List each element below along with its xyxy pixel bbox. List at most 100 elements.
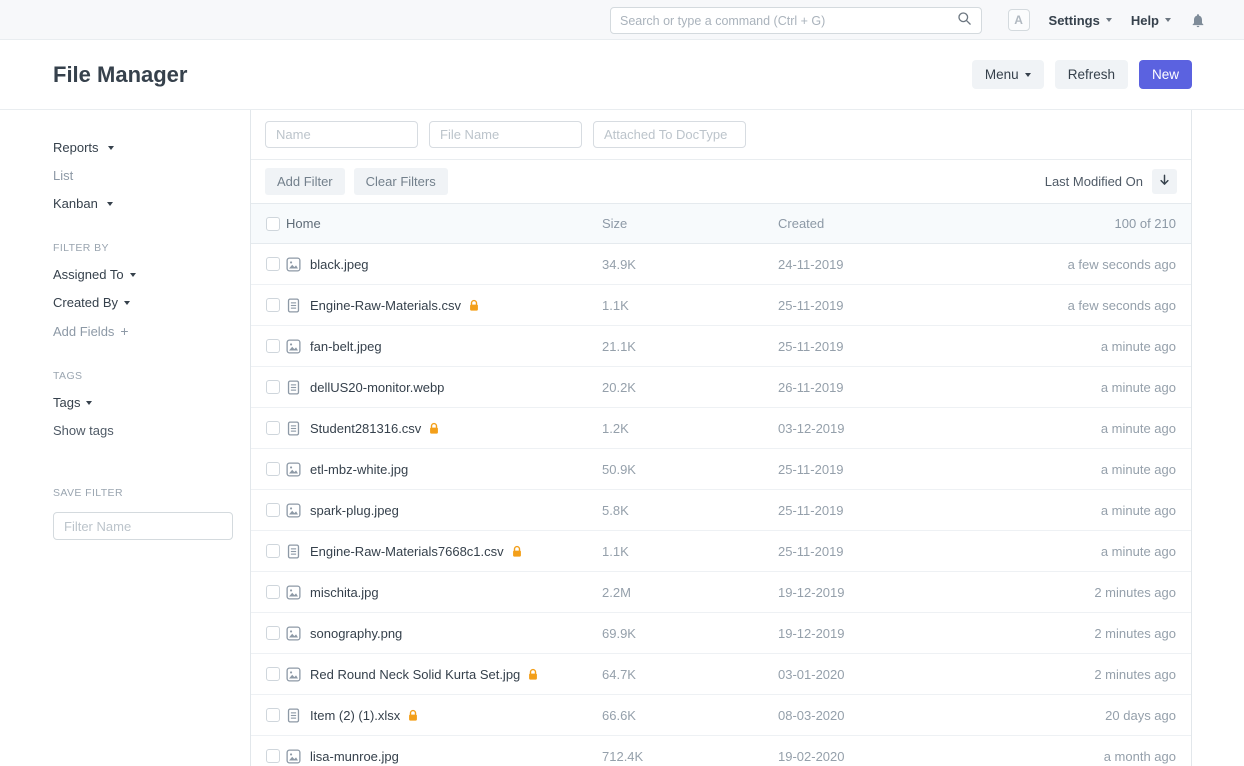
sidebar-item-add-fields[interactable]: Add Fields + — [53, 323, 230, 339]
tags-label: Tags — [53, 395, 80, 410]
table-row[interactable]: fan-belt.jpeg 21.1K 25-11-2019 a minute … — [251, 326, 1191, 367]
row-checkbox[interactable] — [266, 544, 280, 558]
name-filter-input[interactable] — [265, 121, 418, 148]
table-row[interactable]: sonography.png 69.9K 19-12-2019 2 minute… — [251, 613, 1191, 654]
new-button[interactable]: New — [1139, 60, 1192, 89]
file-name-text: black.jpeg — [310, 257, 369, 272]
file-name-text: etl-mbz-white.jpg — [310, 462, 408, 477]
file-created-cell: 03-12-2019 — [778, 421, 1028, 436]
add-fields-label: Add Fields — [53, 324, 114, 339]
created-column-header: Created — [778, 216, 1028, 231]
row-checkbox[interactable] — [266, 298, 280, 312]
sort-field-label[interactable]: Last Modified On — [1045, 174, 1143, 189]
file-name-cell[interactable]: lisa-munroe.jpg — [310, 749, 602, 764]
global-search-input[interactable] — [620, 14, 957, 28]
filter-by-section-label: FILTER BY — [53, 242, 230, 254]
file-name-cell[interactable]: spark-plug.jpeg — [310, 503, 602, 518]
chevron-down-icon — [130, 273, 136, 277]
file-name-filter-input[interactable] — [429, 121, 582, 148]
row-checkbox[interactable] — [266, 257, 280, 271]
sidebar-item-assigned-to[interactable]: Assigned To — [53, 267, 230, 282]
global-search[interactable] — [610, 7, 982, 34]
file-size-cell: 69.9K — [602, 626, 778, 641]
chevron-down-icon — [1165, 18, 1171, 22]
menu-button[interactable]: Menu — [972, 60, 1044, 89]
home-column-header[interactable]: Home — [286, 216, 602, 231]
select-all-checkbox[interactable] — [266, 217, 280, 231]
file-created-cell: 25-11-2019 — [778, 298, 1028, 313]
table-row[interactable]: Item (2) (1).xlsx 66.6K 08-03-2020 20 da… — [251, 695, 1191, 736]
table-row[interactable]: spark-plug.jpeg 5.8K 25-11-2019 a minute… — [251, 490, 1191, 531]
file-created-cell: 25-11-2019 — [778, 503, 1028, 518]
image-file-icon — [286, 339, 310, 354]
sidebar-item-list[interactable]: List — [53, 168, 230, 183]
sort-selector: Last Modified On — [1045, 169, 1177, 194]
file-created-cell: 25-11-2019 — [778, 544, 1028, 559]
file-name-cell[interactable]: Engine-Raw-Materials7668c1.csv — [310, 544, 602, 559]
file-name-cell[interactable]: sonography.png — [310, 626, 602, 641]
file-name-cell[interactable]: etl-mbz-white.jpg — [310, 462, 602, 477]
row-checkbox[interactable] — [266, 503, 280, 517]
row-checkbox[interactable] — [266, 339, 280, 353]
file-created-cell: 08-03-2020 — [778, 708, 1028, 723]
tags-section-label: TAGS — [53, 370, 230, 382]
file-name-cell[interactable]: black.jpeg — [310, 257, 602, 272]
size-column-header: Size — [602, 216, 778, 231]
table-row[interactable]: black.jpeg 34.9K 24-11-2019 a few second… — [251, 244, 1191, 285]
file-modified-cell: a minute ago — [1028, 339, 1176, 354]
add-filter-button[interactable]: Add Filter — [265, 168, 345, 195]
file-name-text: fan-belt.jpeg — [310, 339, 382, 354]
file-name-cell[interactable]: Student281316.csv — [310, 421, 602, 436]
file-size-cell: 1.1K — [602, 544, 778, 559]
file-modified-cell: 2 minutes ago — [1028, 585, 1176, 600]
doctype-filter-input[interactable] — [593, 121, 746, 148]
sort-direction-button[interactable] — [1152, 169, 1177, 194]
file-name-cell[interactable]: Item (2) (1).xlsx — [310, 708, 602, 723]
row-checkbox[interactable] — [266, 585, 280, 599]
file-name-cell[interactable]: fan-belt.jpeg — [310, 339, 602, 354]
image-file-icon — [286, 667, 310, 682]
file-name-text: Red Round Neck Solid Kurta Set.jpg — [310, 667, 520, 682]
file-size-cell: 50.9K — [602, 462, 778, 477]
table-row[interactable]: lisa-munroe.jpg 712.4K 19-02-2020 a mont… — [251, 736, 1191, 766]
row-checkbox[interactable] — [266, 380, 280, 394]
refresh-button[interactable]: Refresh — [1055, 60, 1128, 89]
table-row[interactable]: dellUS20-monitor.webp 20.2K 26-11-2019 a… — [251, 367, 1191, 408]
clear-filters-button[interactable]: Clear Filters — [354, 168, 448, 195]
filter-toolbar: Add Filter Clear Filters Last Modified O… — [251, 160, 1191, 204]
table-row[interactable]: mischita.jpg 2.2M 19-12-2019 2 minutes a… — [251, 572, 1191, 613]
file-created-cell: 19-02-2020 — [778, 749, 1028, 764]
file-size-cell: 34.9K — [602, 257, 778, 272]
table-row[interactable]: Engine-Raw-Materials.csv 1.1K 25-11-2019… — [251, 285, 1191, 326]
file-name-cell[interactable]: dellUS20-monitor.webp — [310, 380, 602, 395]
row-checkbox[interactable] — [266, 462, 280, 476]
sidebar-item-created-by[interactable]: Created By — [53, 295, 230, 310]
settings-label: Settings — [1049, 13, 1100, 28]
plus-icon: + — [120, 323, 128, 339]
row-checkbox[interactable] — [266, 749, 280, 763]
file-name-cell[interactable]: Red Round Neck Solid Kurta Set.jpg — [310, 667, 602, 682]
row-checkbox[interactable] — [266, 708, 280, 722]
filter-name-input[interactable] — [53, 512, 233, 540]
avatar[interactable]: A — [1008, 9, 1030, 31]
notifications-bell-icon[interactable] — [1190, 12, 1206, 29]
sidebar-item-tags[interactable]: Tags — [53, 395, 230, 410]
table-row[interactable]: Student281316.csv 1.2K 03-12-2019 a minu… — [251, 408, 1191, 449]
sidebar-item-reports[interactable]: Reports — [53, 140, 230, 155]
table-row[interactable]: etl-mbz-white.jpg 50.9K 25-11-2019 a min… — [251, 449, 1191, 490]
document-file-icon — [286, 421, 310, 436]
sidebar-item-show-tags[interactable]: Show tags — [53, 423, 230, 438]
file-name-cell[interactable]: mischita.jpg — [310, 585, 602, 600]
page-actions: Menu Refresh New — [972, 60, 1192, 89]
row-checkbox[interactable] — [266, 667, 280, 681]
help-menu[interactable]: Help — [1131, 13, 1171, 28]
row-checkbox[interactable] — [266, 421, 280, 435]
sidebar-item-kanban[interactable]: Kanban — [53, 196, 230, 211]
table-row[interactable]: Red Round Neck Solid Kurta Set.jpg 64.7K… — [251, 654, 1191, 695]
image-file-icon — [286, 462, 310, 477]
table-row[interactable]: Engine-Raw-Materials7668c1.csv 1.1K 25-1… — [251, 531, 1191, 572]
settings-menu[interactable]: Settings — [1049, 13, 1112, 28]
row-checkbox[interactable] — [266, 626, 280, 640]
lock-icon — [408, 709, 418, 722]
file-name-cell[interactable]: Engine-Raw-Materials.csv — [310, 298, 602, 313]
